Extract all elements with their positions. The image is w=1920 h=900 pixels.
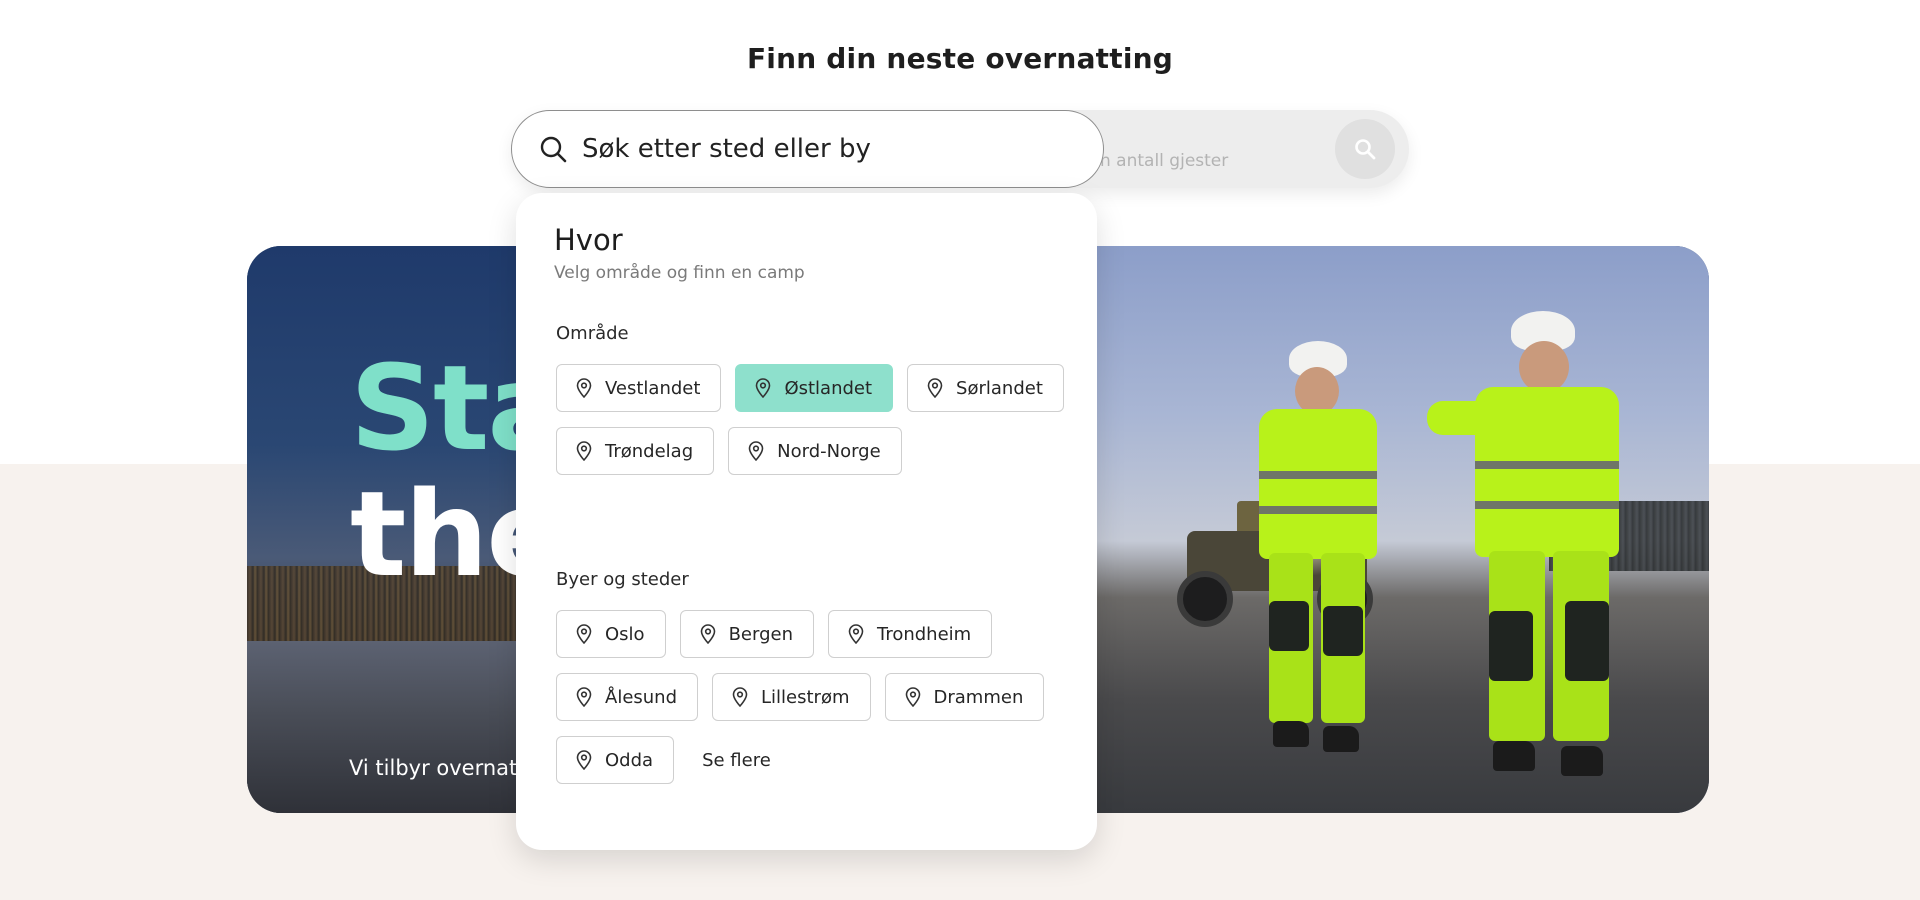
city-chip-odda[interactable]: Odda: [556, 736, 675, 784]
city-chip-alesund[interactable]: Ålesund: [556, 673, 699, 721]
area-chip-sorlandet[interactable]: Sørlandet: [907, 364, 1064, 412]
location-pin-icon: [575, 624, 593, 644]
chip-label: Nord-Norge: [777, 440, 881, 462]
search-icon: [1355, 139, 1376, 160]
chip-label: Vestlandet: [605, 377, 701, 399]
location-pin-icon: [699, 624, 717, 644]
city-chip-oslo[interactable]: Oslo: [556, 610, 666, 658]
search-icon: [538, 134, 568, 164]
dropdown-title: Hvor: [554, 223, 623, 257]
location-pin-icon: [754, 378, 772, 398]
location-pin-icon: [731, 687, 749, 707]
search-button[interactable]: [1335, 119, 1395, 179]
city-chip-trondheim[interactable]: Trondheim: [827, 610, 993, 658]
location-pin-icon: [926, 378, 944, 398]
cities-heading: Byer og steder: [556, 569, 689, 590]
chip-label: Trøndelag: [605, 440, 694, 462]
chip-label: Drammen: [933, 686, 1024, 708]
dropdown-subtitle: Velg område og finn en camp: [554, 263, 805, 283]
location-dropdown: Hvor Velg område og finn en camp Område …: [516, 193, 1097, 850]
area-chip-trondelag[interactable]: Trøndelag: [556, 427, 715, 475]
city-chip-drammen[interactable]: Drammen: [884, 673, 1045, 721]
location-pin-icon: [575, 378, 593, 398]
chip-label: Østlandet: [784, 377, 873, 399]
city-chip-lillestrom[interactable]: Lillestrøm: [712, 673, 871, 721]
city-chip-bergen[interactable]: Bergen: [679, 610, 814, 658]
see-more-link[interactable]: Se flere: [688, 736, 785, 784]
location-pin-icon: [747, 441, 765, 461]
area-chips: Vestlandet Østlandet Sørlandet Trøndelag…: [556, 364, 1076, 475]
chip-label: Lillestrøm: [761, 686, 850, 708]
location-pin-icon: [904, 687, 922, 707]
chip-label: Sørlandet: [956, 377, 1043, 399]
area-chip-nord-norge[interactable]: Nord-Norge: [728, 427, 902, 475]
chip-label: Odda: [605, 749, 654, 771]
chip-label: Oslo: [605, 623, 645, 645]
location-search-input[interactable]: Søk etter sted eller by: [511, 110, 1104, 188]
worker-left-illustration: [1237, 341, 1397, 761]
location-pin-icon: [575, 750, 593, 770]
chip-label: Ålesund: [605, 686, 678, 708]
worker-right-illustration: [1427, 311, 1627, 781]
area-chip-vestlandet[interactable]: Vestlandet: [556, 364, 722, 412]
city-chips: Oslo Bergen Trondheim Ålesund Lillestrøm…: [556, 610, 1076, 784]
location-pin-icon: [847, 624, 865, 644]
chip-label: Trondheim: [876, 623, 972, 645]
chip-label: Bergen: [728, 623, 793, 645]
location-pin-icon: [575, 441, 593, 461]
hero-subtitle: Vi tilbyr overnatt: [349, 756, 526, 780]
area-chip-ostlandet[interactable]: Østlandet: [735, 364, 894, 412]
guests-field[interactable]: n antall gjester: [1100, 151, 1228, 171]
search-input-text: Søk etter sted eller by: [582, 134, 871, 164]
page-title: Finn din neste overnatting: [746, 42, 1174, 75]
areas-heading: Område: [556, 323, 629, 344]
location-pin-icon: [575, 687, 593, 707]
